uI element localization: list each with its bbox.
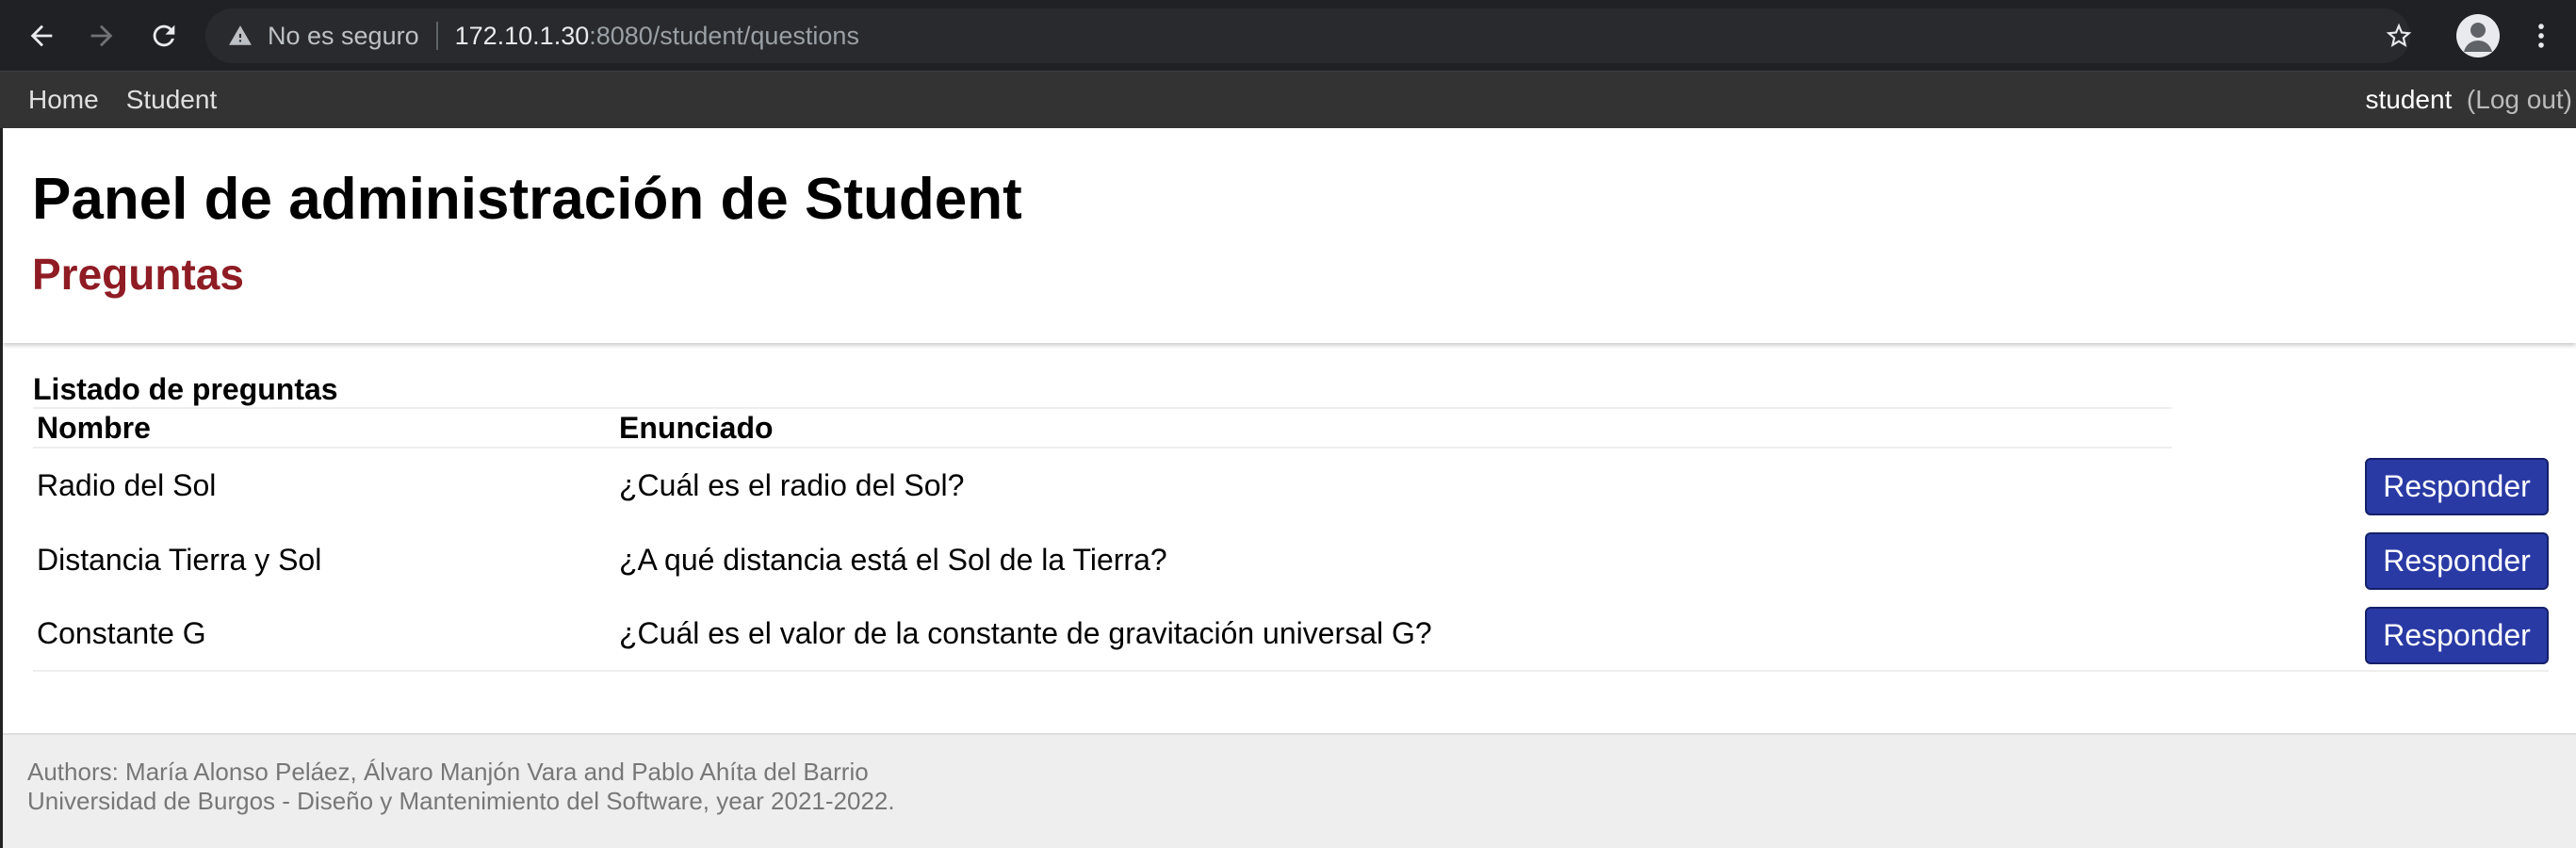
browser-toolbar: No es seguro 172.10.1.30:8080/student/qu…	[0, 0, 2576, 72]
question-name: Distancia Tierra y Sol	[37, 543, 322, 577]
nav-links: Home Student	[28, 85, 217, 115]
back-button[interactable]	[19, 13, 64, 58]
column-header-enunciado: Enunciado	[619, 411, 774, 445]
page-subtitle: Preguntas	[32, 250, 244, 299]
username: student	[2365, 85, 2453, 114]
responder-button[interactable]: Responder	[2365, 607, 2549, 664]
back-arrow-icon	[30, 24, 53, 47]
table-row: Radio del Sol ¿Cuál es el radio del Sol?…	[33, 448, 2549, 523]
nav-link-home[interactable]: Home	[28, 85, 99, 115]
url-path: :8080/student/questions	[589, 21, 859, 50]
question-name: Radio del Sol	[37, 468, 217, 502]
reload-button[interactable]	[141, 13, 187, 58]
warning-icon	[226, 22, 254, 50]
security-label[interactable]: No es seguro	[268, 22, 419, 51]
omnibox-divider	[435, 22, 438, 50]
more-vert-icon	[2538, 24, 2544, 48]
logout-link[interactable]: Log out	[2475, 85, 2563, 114]
url-text[interactable]: 172.10.1.30:8080/student/questions	[455, 22, 859, 51]
browser-menu-button[interactable]	[2522, 15, 2560, 57]
page-title: Panel de administración de Student	[32, 167, 1022, 232]
bookmark-star-button[interactable]	[2378, 15, 2420, 57]
site-navbar: Home Student student (Log out)	[0, 72, 2576, 128]
star-icon	[2386, 23, 2412, 47]
address-bar[interactable]: No es seguro 172.10.1.30:8080/student/qu…	[205, 8, 2410, 63]
question-statement: ¿Cuál es el valor de la constante de gra…	[619, 616, 1432, 650]
forward-button[interactable]	[79, 13, 124, 58]
table-row: Constante G ¿Cuál es el valor de la cons…	[33, 597, 2549, 672]
questions-table: Listado de preguntas Nombre Enunciado Ra…	[33, 371, 2549, 672]
user-info: student (Log out)	[2366, 85, 2573, 115]
page-body: Panel de administración de Student Pregu…	[0, 128, 2576, 848]
table-header: Nombre Enunciado	[33, 407, 2172, 448]
table-row: Distancia Tierra y Sol ¿A qué distancia …	[33, 523, 2549, 597]
responder-button[interactable]: Responder	[2365, 532, 2549, 590]
page-header: Panel de administración de Student Pregu…	[3, 128, 2576, 343]
column-header-nombre: Nombre	[37, 411, 151, 445]
profile-avatar-icon[interactable]	[2456, 14, 2500, 57]
question-name: Constante G	[37, 616, 206, 650]
forward-arrow-icon	[90, 24, 113, 47]
table-caption: Listado de preguntas	[33, 372, 338, 406]
page-footer: Authors: María Alonso Peláez, Álvaro Man…	[3, 733, 2576, 848]
footer-authors: Authors: María Alonso Peláez, Álvaro Man…	[27, 758, 869, 786]
logout-paren-close: )	[2563, 85, 2572, 114]
reload-icon	[153, 24, 175, 47]
logout-paren-open: (	[2466, 85, 2476, 114]
question-statement: ¿Cuál es el radio del Sol?	[619, 468, 965, 502]
footer-university: Universidad de Burgos - Diseño y Manteni…	[27, 787, 895, 815]
question-statement: ¿A qué distancia está el Sol de la Tierr…	[619, 543, 1167, 577]
responder-button[interactable]: Responder	[2365, 458, 2549, 515]
nav-link-student[interactable]: Student	[126, 85, 218, 115]
url-host: 172.10.1.30	[454, 21, 590, 50]
